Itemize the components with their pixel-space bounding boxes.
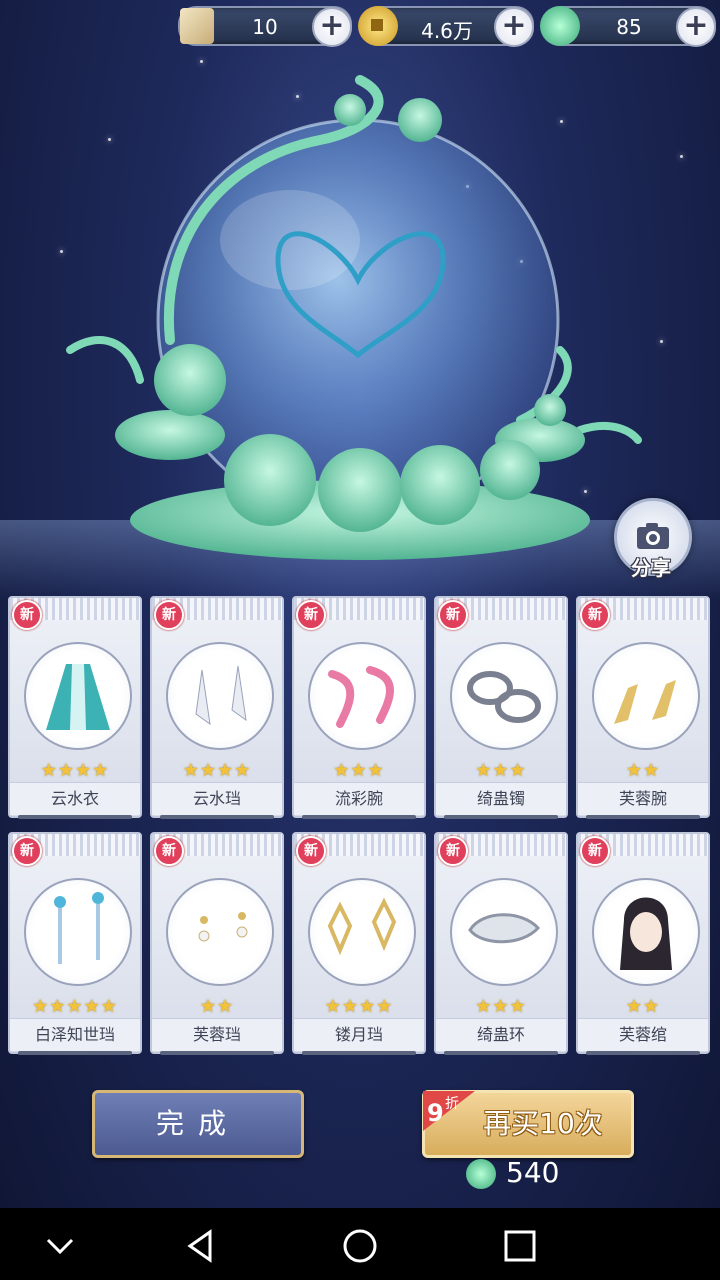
bangle-icon bbox=[450, 642, 558, 750]
jade-icon bbox=[466, 1159, 496, 1189]
pearl-earring-icon bbox=[166, 878, 274, 986]
jade-count: 85 bbox=[616, 15, 642, 39]
new-badge: 新 bbox=[12, 600, 42, 630]
new-badge: 新 bbox=[438, 836, 468, 866]
hairstyle-icon bbox=[592, 878, 700, 986]
card-base bbox=[18, 815, 132, 819]
card-base bbox=[444, 1051, 558, 1055]
item-name: 白泽知世珰 bbox=[10, 1018, 140, 1051]
new-badge: 新 bbox=[296, 836, 326, 866]
lotus-orb-illustration bbox=[66, 75, 642, 560]
rarity-stars: ★★ bbox=[625, 996, 661, 1017]
item-name: 芙蓉腕 bbox=[578, 782, 708, 815]
tassel-earring-icon bbox=[24, 878, 132, 986]
item-name: 镂月珰 bbox=[294, 1018, 424, 1051]
new-badge: 新 bbox=[438, 600, 468, 630]
rarity-stars: ★★★ bbox=[475, 996, 527, 1017]
card-base bbox=[18, 1051, 132, 1055]
new-badge: 新 bbox=[154, 600, 184, 630]
new-badge: 新 bbox=[580, 836, 610, 866]
new-badge: 新 bbox=[580, 600, 610, 630]
rarity-stars: ★★★★ bbox=[182, 760, 252, 781]
rarity-stars: ★★★ bbox=[333, 760, 385, 781]
card-base bbox=[302, 1051, 416, 1055]
item-name: 云水衣 bbox=[10, 782, 140, 815]
rarity-stars: ★★★ bbox=[475, 760, 527, 781]
done-button[interactable]: 完成 bbox=[92, 1090, 304, 1158]
item-card[interactable]: 新 ★★★ 流彩腕 bbox=[292, 596, 426, 819]
earring-icon bbox=[166, 642, 274, 750]
share-label: 分享 bbox=[631, 556, 671, 580]
buy-again-label: 再买10次 bbox=[483, 1107, 603, 1140]
item-name: 芙蓉珰 bbox=[152, 1018, 282, 1051]
new-badge: 新 bbox=[154, 836, 184, 866]
add-jade-button[interactable]: + bbox=[676, 7, 716, 47]
item-card[interactable]: 新 ★★ 芙蓉绾 bbox=[576, 832, 710, 1055]
item-name: 绮蛊镯 bbox=[436, 782, 566, 815]
item-card[interactable]: 新 ★★★★ 云水珰 bbox=[150, 596, 284, 819]
card-base bbox=[302, 815, 416, 819]
home-icon[interactable] bbox=[340, 1226, 380, 1266]
item-card[interactable]: 新 ★★★ 绮蛊环 bbox=[434, 832, 568, 1055]
gold-earring-icon bbox=[308, 878, 416, 986]
item-card[interactable]: 新 ★★★★ 镂月珰 bbox=[292, 832, 426, 1055]
card-base bbox=[160, 815, 274, 819]
card-base bbox=[444, 815, 558, 819]
item-card[interactable]: 新 ★★★★★ 白泽知世珰 bbox=[8, 832, 142, 1055]
buy-again-button[interactable]: 9 折 再买10次 bbox=[422, 1090, 634, 1158]
card-base bbox=[586, 815, 700, 819]
rarity-stars: ★★ bbox=[625, 760, 661, 781]
cost-value: 540 bbox=[506, 1156, 560, 1189]
item-card[interactable]: 新 ★★★★ 云水衣 bbox=[8, 596, 142, 819]
system-nav-bar bbox=[0, 1208, 720, 1280]
book-icon bbox=[180, 8, 214, 44]
rarity-stars: ★★ bbox=[199, 996, 235, 1017]
item-name: 绮蛊环 bbox=[436, 1018, 566, 1051]
recents-icon[interactable] bbox=[500, 1226, 540, 1266]
card-base bbox=[160, 1051, 274, 1055]
ticket-count: 10 bbox=[252, 15, 278, 39]
discount-number: 9 bbox=[427, 1099, 444, 1127]
rarity-stars: ★★★★ bbox=[40, 760, 110, 781]
back-icon[interactable] bbox=[180, 1226, 220, 1266]
rarity-stars: ★★★★★ bbox=[32, 996, 118, 1017]
item-name: 芙蓉绾 bbox=[578, 1018, 708, 1051]
bracelet-icon bbox=[308, 642, 416, 750]
item-card[interactable]: 新 ★★ 芙蓉腕 bbox=[576, 596, 710, 819]
new-badge: 新 bbox=[296, 600, 326, 630]
gold-cuff-icon bbox=[592, 642, 700, 750]
silver-ring-icon bbox=[450, 878, 558, 986]
item-card[interactable]: 新 ★★★ 绮蛊镯 bbox=[434, 596, 568, 819]
item-name: 云水珰 bbox=[152, 782, 282, 815]
item-card[interactable]: 新 ★★ 芙蓉珰 bbox=[150, 832, 284, 1055]
item-name: 流彩腕 bbox=[294, 782, 424, 815]
chevron-down-icon[interactable] bbox=[40, 1226, 80, 1266]
rarity-stars: ★★★★ bbox=[324, 996, 394, 1017]
dress-icon bbox=[24, 642, 132, 750]
card-base bbox=[586, 1051, 700, 1055]
new-badge: 新 bbox=[12, 836, 42, 866]
